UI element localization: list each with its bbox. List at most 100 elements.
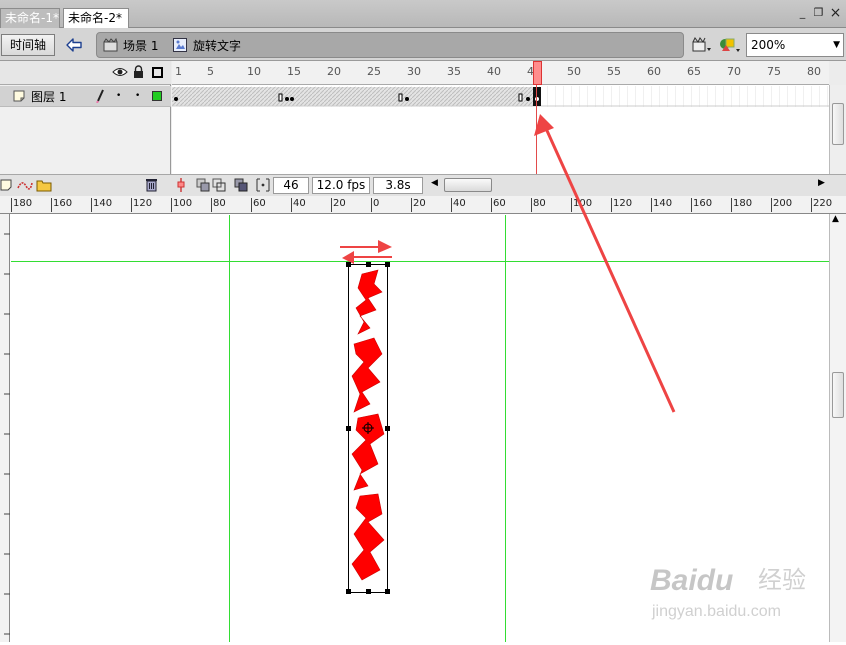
close-button[interactable]: × — [829, 6, 842, 20]
ruler-tick-label: 220 — [811, 198, 832, 212]
playhead-line — [536, 85, 537, 174]
scroll-right-icon[interactable]: ▶ — [818, 178, 825, 188]
frame-row-graphic — [172, 86, 829, 107]
breadcrumb: 场景 1 旋转文字 — [96, 32, 684, 58]
stage-scroll-thumb[interactable] — [832, 372, 844, 418]
timeline-status-bar: 46 12.0 fps 3.8s ◀ ▶ — [0, 174, 846, 196]
ruler-tick-label: 60 — [491, 198, 506, 212]
ruler-tick-label: 20 — [331, 198, 346, 212]
frame-tick-label: 25 — [367, 65, 381, 78]
back-arrow-icon[interactable] — [63, 34, 85, 56]
vertical-ruler-ticks — [4, 233, 10, 635]
guide-line-horizontal[interactable] — [11, 261, 829, 262]
edit-multiple-frames-icon[interactable] — [234, 178, 248, 195]
rotated-text-symbol[interactable] — [346, 262, 390, 594]
visibility-dot-icon[interactable]: • — [116, 91, 121, 101]
transform-handle-top-left[interactable] — [346, 262, 351, 267]
frame-tick-label: 65 — [687, 65, 701, 78]
layer-row[interactable]: 图层 1 • • — [0, 86, 171, 107]
edit-bar: 时间轴 场景 1 旋转文字 200% ▼ — [0, 28, 846, 61]
ruler-tick-label: 140 — [651, 198, 672, 212]
document-tab-1[interactable]: 未命名-1* — [0, 8, 60, 28]
graphic-symbol-icon — [173, 38, 187, 52]
frame-tick-label: 55 — [607, 65, 621, 78]
svg-text:Baidu: Baidu — [650, 564, 733, 597]
modify-onion-markers-icon[interactable] — [256, 178, 270, 195]
ruler-tick-label: 160 — [691, 198, 712, 212]
playhead-handle[interactable] — [533, 61, 542, 85]
ruler-tick-label: 40 — [451, 198, 466, 212]
frame-tick-label: 15 — [287, 65, 301, 78]
scroll-left-icon[interactable]: ◀ — [431, 178, 438, 188]
lock-dot-icon[interactable]: • — [135, 91, 140, 101]
layer-name[interactable]: 图层 1 — [31, 88, 66, 105]
timeline-toggle-button[interactable]: 时间轴 — [1, 34, 55, 56]
zoom-select[interactable]: 200% ▼ — [746, 33, 844, 57]
baidu-jingyan-watermark: Baidu 经验 jingyan.baidu.com — [648, 552, 838, 632]
transform-handle-bottom-right[interactable] — [385, 589, 390, 594]
onion-skin-outlines-icon[interactable] — [212, 178, 226, 195]
transform-handle-left[interactable] — [346, 426, 351, 431]
frame-tick-label: 75 — [767, 65, 781, 78]
layer-color-swatch[interactable] — [152, 91, 162, 101]
breadcrumb-scene[interactable]: 场景 1 — [123, 36, 158, 56]
vertical-ruler — [0, 214, 10, 642]
frame-rate-field[interactable]: 12.0 fps — [312, 177, 370, 194]
layer-icon — [13, 90, 25, 105]
frame-tick-label: 10 — [247, 65, 261, 78]
timeline-vertical-scrollbar[interactable] — [829, 85, 846, 174]
timeline-scroll-thumb[interactable] — [832, 103, 844, 145]
svg-text:jingyan.baidu.com: jingyan.baidu.com — [651, 603, 781, 620]
guide-line-vertical-right[interactable] — [505, 215, 506, 642]
outline-icon[interactable] — [152, 67, 163, 78]
edit-symbols-icon[interactable] — [718, 35, 742, 55]
document-tab-2-label: 未命名-2* — [68, 11, 122, 25]
add-folder-icon[interactable] — [36, 178, 52, 195]
transform-handle-right[interactable] — [385, 426, 390, 431]
ruler-tick-label: 80 — [531, 198, 546, 212]
minimize-button[interactable]: _ — [796, 6, 809, 20]
add-motion-guide-icon[interactable] — [16, 178, 34, 195]
ruler-tick-label: 40 — [291, 198, 306, 212]
frame-tick-label: 70 — [727, 65, 741, 78]
guide-line-vertical-left[interactable] — [229, 215, 230, 642]
center-frame-icon[interactable] — [176, 178, 186, 195]
scroll-up-icon[interactable]: ▲ — [832, 214, 839, 224]
ruler-tick-label: 20 — [411, 198, 426, 212]
transform-handle-top[interactable] — [366, 262, 371, 267]
frame-tick-label: 50 — [567, 65, 581, 78]
frame-tick-label: 30 — [407, 65, 421, 78]
ruler-tick-label: 60 — [251, 198, 266, 212]
frame-ruler[interactable]: 15101520253035404550556065707580 — [172, 61, 829, 85]
transform-handle-bottom-left[interactable] — [346, 589, 351, 594]
frame-tick-label: 5 — [207, 65, 214, 78]
ruler-tick-label: 120 — [611, 198, 632, 212]
ruler-tick-label: 160 — [51, 198, 72, 212]
eye-icon[interactable] — [112, 66, 128, 81]
edit-scene-icon[interactable] — [692, 36, 712, 54]
ruler-tick-label: 200 — [771, 198, 792, 212]
frame-tick-label: 80 — [807, 65, 821, 78]
ruler-tick-label: 100 — [171, 198, 192, 212]
document-tab-2[interactable]: 未命名-2* — [63, 8, 129, 28]
timeline-panel: 图层 1 • • 1510152025303540455055606570758… — [0, 61, 846, 196]
current-frame-field[interactable]: 46 — [273, 177, 309, 194]
onion-skin-icon[interactable] — [196, 178, 210, 195]
timeline-horizontal-scroll-thumb[interactable] — [444, 178, 492, 192]
rotated-text-glyphs — [348, 264, 388, 593]
chevron-down-icon: ▼ — [833, 40, 840, 50]
lock-icon[interactable] — [133, 65, 144, 82]
zoom-value: 200% — [751, 38, 786, 52]
trash-icon[interactable] — [145, 178, 158, 195]
add-layer-icon[interactable] — [0, 178, 14, 195]
frame-pane: 15101520253035404550556065707580 — [172, 61, 829, 174]
elapsed-time-field: 3.8s — [373, 177, 423, 194]
breadcrumb-symbol[interactable]: 旋转文字 — [193, 36, 241, 56]
frame-tick-label: 40 — [487, 65, 501, 78]
transform-handle-bottom[interactable] — [366, 589, 371, 594]
frame-row[interactable] — [172, 86, 829, 107]
transform-handle-top-right[interactable] — [385, 262, 390, 267]
frame-tick-label: 60 — [647, 65, 661, 78]
restore-button[interactable]: ❐ — [812, 6, 825, 20]
scene-icon — [103, 37, 119, 52]
